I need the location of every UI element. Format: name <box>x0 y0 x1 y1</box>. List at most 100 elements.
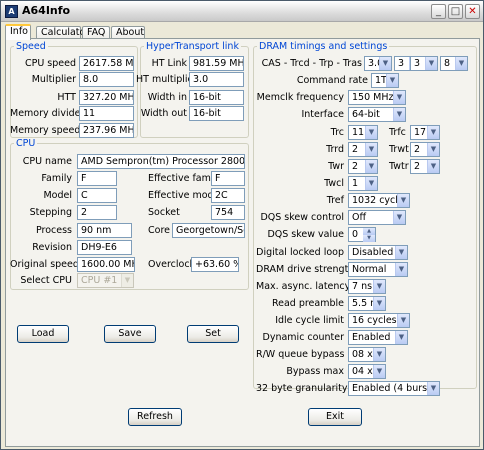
twtr-select[interactable]: 2 ▼ <box>410 159 440 174</box>
chevron-down-icon: ▼ <box>121 274 133 287</box>
trfc-label: Trfc <box>389 127 406 138</box>
save-button[interactable]: Save <box>104 325 156 343</box>
process-value: 90 nm <box>77 223 132 238</box>
dynamic-counter-label: Dynamic counter <box>262 332 344 343</box>
load-button[interactable]: Load <box>17 325 69 343</box>
twcl-label: Twcl <box>324 178 344 189</box>
cas-select[interactable]: 3.0 ▼ <box>364 56 392 71</box>
memclk-select[interactable]: 150 MHz ▼ <box>348 90 406 105</box>
app-window: A A64Info _ □ ✕ Info Calculator FAQ Abou… <box>0 0 484 450</box>
tref-select[interactable]: 1032 cycles ▼ <box>348 193 410 208</box>
app-icon: A <box>5 5 18 18</box>
spin-up-icon[interactable]: ▲ <box>363 228 375 235</box>
select-cpu-label: Select CPU <box>20 275 72 286</box>
effective-model-value: 2C <box>211 188 245 203</box>
chevron-down-icon: ▼ <box>397 194 409 207</box>
twcl-select[interactable]: 1 ▼ <box>348 176 378 191</box>
stepping-label: Stepping <box>29 207 72 218</box>
rw-queue-bypass-label: R/W queue bypass <box>256 349 345 360</box>
chevron-down-icon: ▼ <box>373 297 385 310</box>
dll-select[interactable]: Disabled ▼ <box>348 245 408 260</box>
select-cpu-value: CPU #1 <box>81 275 118 286</box>
socket-value: 754 <box>211 205 245 220</box>
tras-select[interactable]: 8 ▼ <box>440 56 468 71</box>
trc-label: Trc <box>330 127 344 138</box>
bypass-max-select[interactable]: 04 x ▼ <box>348 364 386 379</box>
interface-label: Interface <box>301 109 344 120</box>
dqs-skew-value-spinner[interactable]: 0 ▲ ▼ <box>348 227 376 242</box>
cpu-name-label: CPU name <box>22 156 72 167</box>
process-label: Process <box>35 225 72 236</box>
dll-label: Digital locked loop <box>256 247 344 258</box>
ht-multiplier-label: HT multiplier <box>136 74 198 85</box>
chevron-down-icon: ▼ <box>427 382 439 395</box>
core-label: Core <box>148 225 170 236</box>
trrd-select[interactable]: 2 ▼ <box>348 142 378 157</box>
multiplier-label: Multiplier <box>31 74 76 85</box>
trp-select[interactable]: 3 ▼ <box>410 56 438 71</box>
overclock-label: Overclock <box>148 259 196 270</box>
width-out-label: Width out <box>140 108 187 119</box>
cpu-legend: CPU <box>16 138 36 149</box>
chevron-down-icon: ▼ <box>365 160 377 173</box>
exit-button[interactable]: Exit <box>308 408 362 426</box>
chevron-down-icon: ▼ <box>393 108 405 121</box>
model-value: C <box>77 188 117 203</box>
revision-value: DH9-E6 <box>77 240 132 255</box>
chevron-down-icon: ▼ <box>427 160 439 173</box>
ht-multiplier-value: 3.0 <box>189 72 244 87</box>
read-preamble-label: Read preamble <box>271 298 344 309</box>
set-button[interactable]: Set <box>187 325 239 343</box>
family-label: Family <box>41 173 72 184</box>
chevron-down-icon: ▼ <box>365 177 377 190</box>
read-preamble-select[interactable]: 5.5 ns ▼ <box>348 296 386 311</box>
chevron-down-icon: ▼ <box>393 91 405 104</box>
idle-cycle-select[interactable]: 16 cycles ▼ <box>348 313 410 328</box>
width-in-value: 16-bit <box>189 90 244 105</box>
revision-label: Revision <box>32 242 72 253</box>
cpu-speed-value: 2617.58 MHz <box>79 56 134 71</box>
trwt-select[interactable]: 2 ▼ <box>410 142 440 157</box>
speed-legend: Speed <box>16 41 46 52</box>
maximize-button[interactable]: □ <box>448 4 463 19</box>
rw-queue-bypass-select[interactable]: 08 x ▼ <box>348 347 386 362</box>
chevron-down-icon: ▼ <box>427 143 439 156</box>
bypass-max-label: Bypass max <box>286 366 344 377</box>
twr-select[interactable]: 2 ▼ <box>348 159 378 174</box>
trfc-select[interactable]: 17 ▼ <box>410 125 440 140</box>
model-label: Model <box>43 190 72 201</box>
minimize-button[interactable]: _ <box>431 4 446 19</box>
granularity-select[interactable]: Enabled (4 bursts) ▼ <box>348 381 440 396</box>
spin-down-icon[interactable]: ▼ <box>363 235 375 242</box>
chevron-down-icon: ▼ <box>379 57 391 70</box>
drive-strength-select[interactable]: Normal ▼ <box>348 262 408 277</box>
tab-info[interactable]: Info <box>5 24 31 40</box>
dynamic-counter-select[interactable]: Enabled ▼ <box>348 330 408 345</box>
memory-speed-value: 237.96 MHz <box>79 123 134 138</box>
close-button[interactable]: ✕ <box>465 4 480 19</box>
original-speed-label: Original speed <box>10 259 79 270</box>
ht-link-value: 981.59 MHz <box>189 56 244 71</box>
chevron-down-icon: ▼ <box>395 246 407 259</box>
command-rate-label: Command rate <box>296 75 368 86</box>
select-cpu-dropdown[interactable]: CPU #1 ▼ <box>77 273 134 288</box>
info-panel: Speed CPU speed 2617.58 MHz Multiplier 8… <box>5 38 480 447</box>
chevron-down-icon: ▼ <box>393 211 405 224</box>
chevron-down-icon: ▼ <box>373 348 385 361</box>
memory-divider-label: Memory divider <box>10 108 85 119</box>
overclock-value: +63.60 % <box>191 257 239 272</box>
htt-value: 327.20 MHz <box>79 90 134 105</box>
interface-select[interactable]: 64-bit ▼ <box>348 107 406 122</box>
chevron-down-icon: ▼ <box>427 126 439 139</box>
dqs-skew-control-label: DQS skew control <box>260 212 344 223</box>
command-rate-select[interactable]: 1T ▼ <box>371 73 399 88</box>
refresh-button[interactable]: Refresh <box>128 408 182 426</box>
original-speed-value: 1600.00 MHz <box>77 257 135 272</box>
dram-legend: DRAM timings and settings <box>259 41 388 52</box>
trc-select[interactable]: 11 ▼ <box>348 125 378 140</box>
tref-label: Tref <box>326 195 344 206</box>
chevron-down-icon: ▼ <box>425 57 437 70</box>
title-bar[interactable]: A A64Info _ □ ✕ <box>1 1 483 22</box>
async-latency-select[interactable]: 7 ns ▼ <box>348 279 386 294</box>
dqs-skew-control-select[interactable]: Off ▼ <box>348 210 406 225</box>
